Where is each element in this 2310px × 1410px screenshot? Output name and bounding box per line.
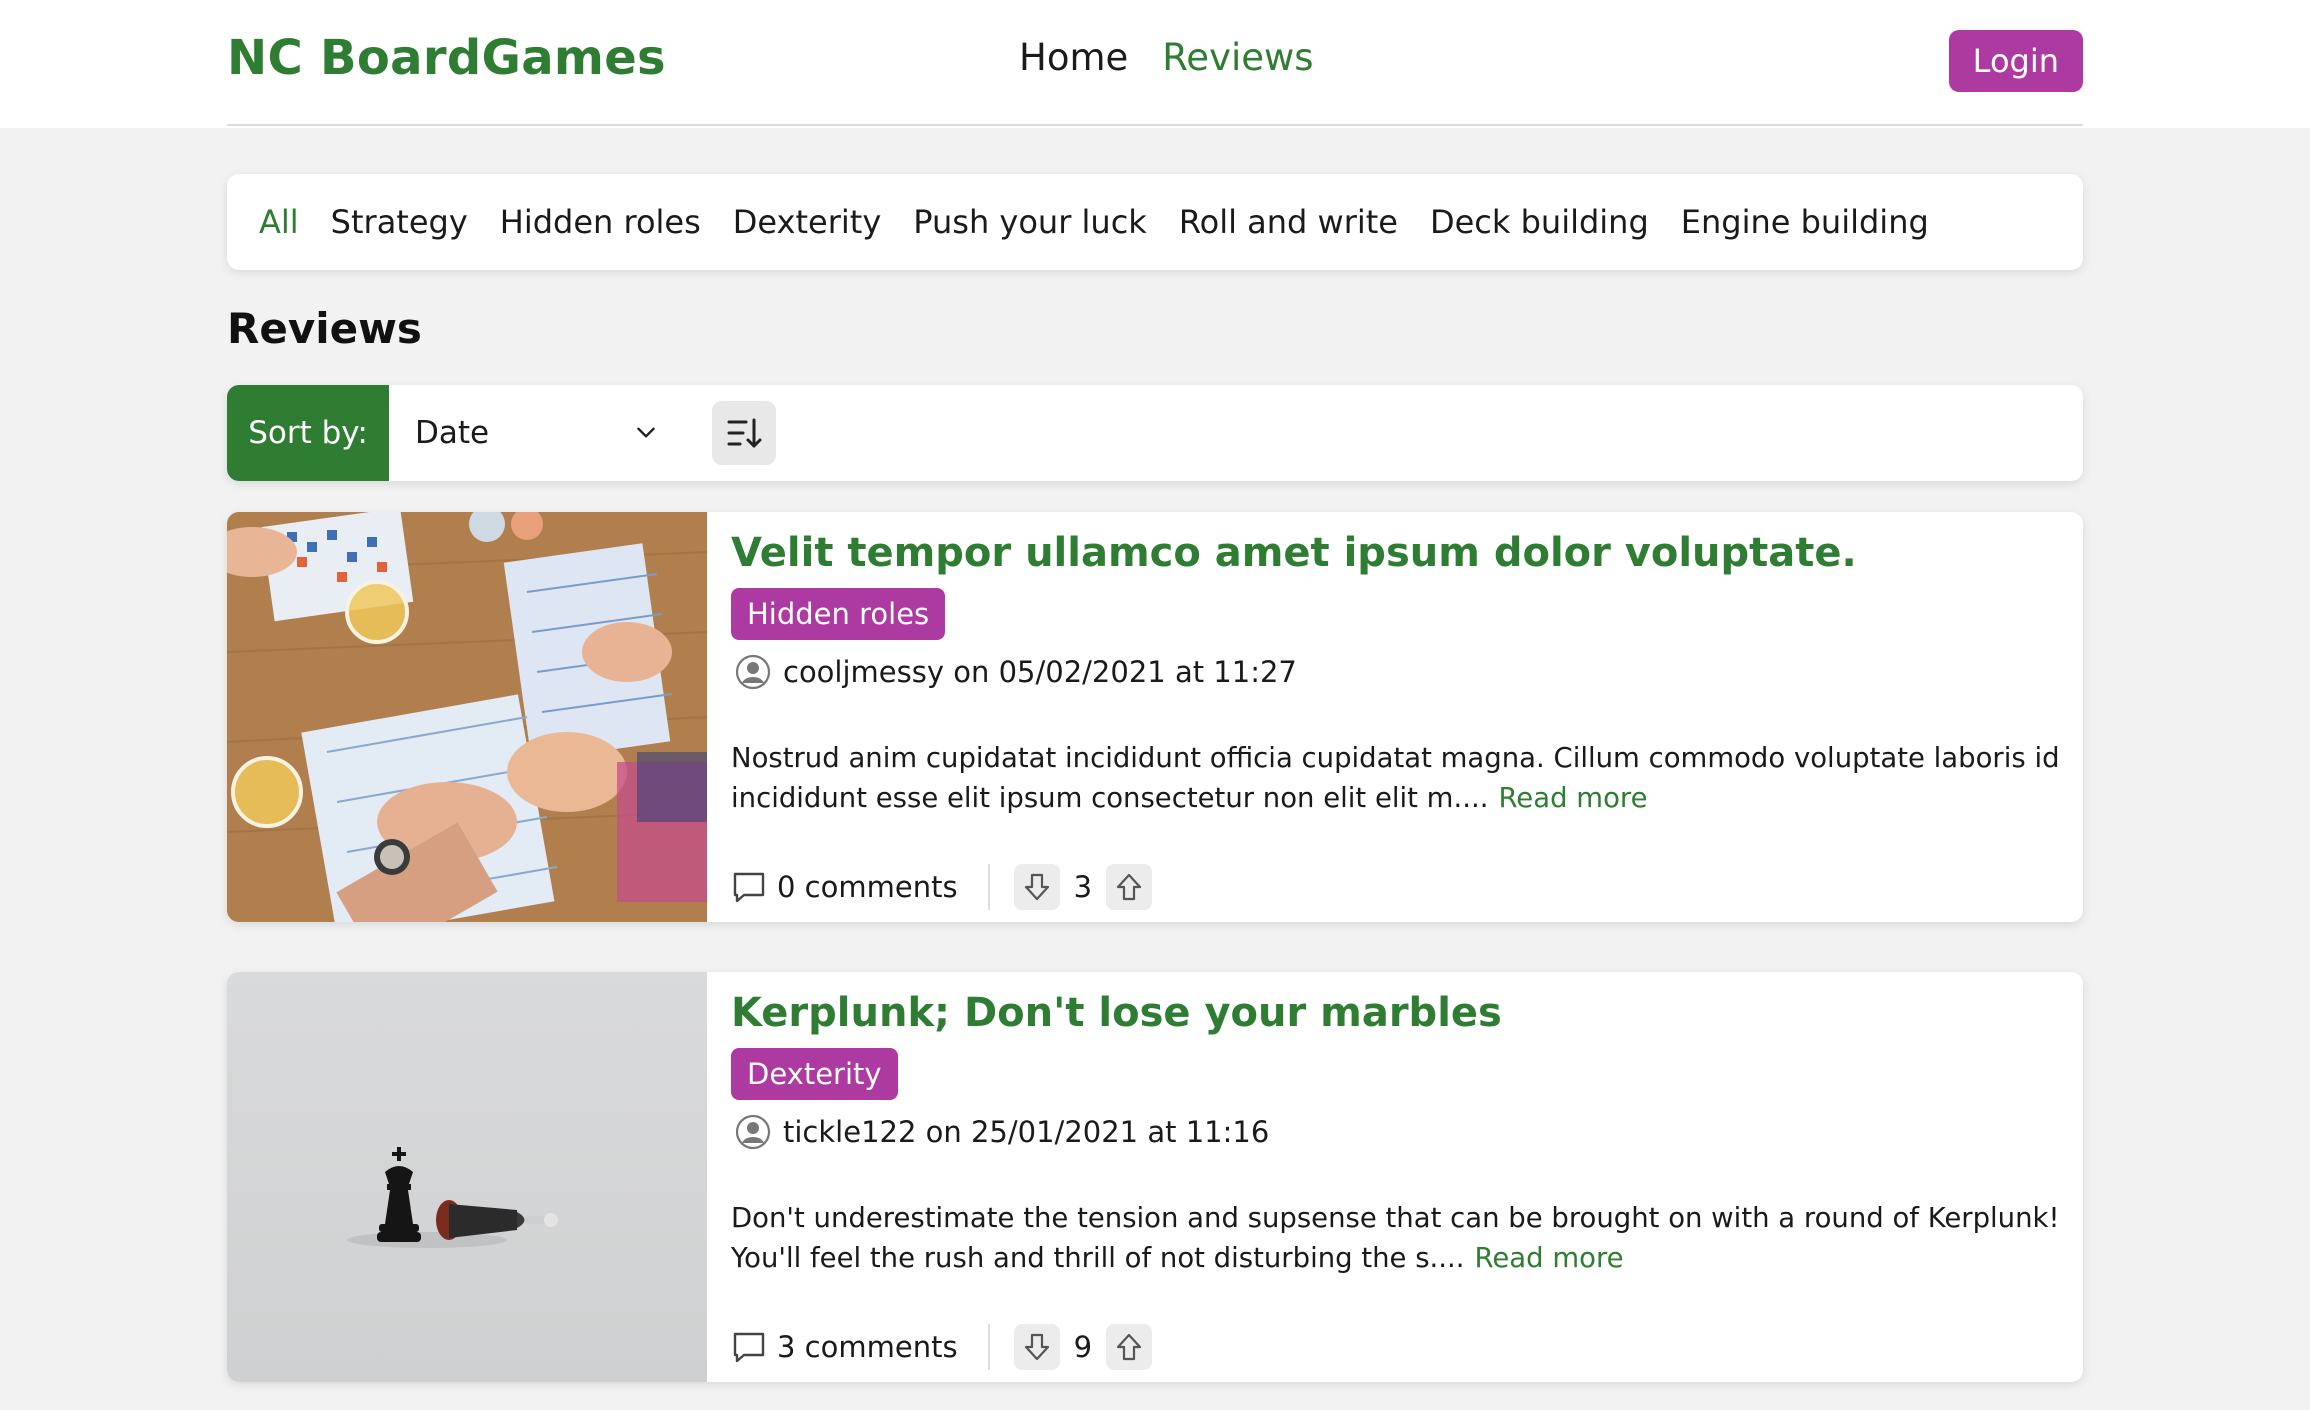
review-title[interactable]: Velit tempor ullamco amet ipsum dolor vo… <box>731 530 1857 576</box>
upvote-button[interactable] <box>1106 864 1153 910</box>
review-footer: 3 comments 9 <box>731 1324 1153 1370</box>
comment-icon <box>733 1332 765 1363</box>
review-excerpt: Don't underestimate the tension and sups… <box>731 1198 2061 1278</box>
review-excerpt-text: Don't underestimate the tension and sups… <box>731 1202 2060 1274</box>
sort-bar: Sort by: Date <box>227 385 2083 481</box>
review-category-badge[interactable]: Hidden roles <box>731 588 946 640</box>
downvote-button[interactable] <box>1013 1324 1060 1370</box>
review-excerpt-text: Nostrud anim cupidatat incididunt offici… <box>731 742 2060 814</box>
category-filter-bar: All Strategy Hidden roles Dexterity Push… <box>227 174 2083 270</box>
review-author-date: tickle122 on 25/01/2021 at 11:16 <box>783 1115 1270 1149</box>
comments-count: 0 comments <box>777 870 958 904</box>
review-image-chess[interactable] <box>227 972 707 1382</box>
sort-select[interactable]: Date <box>389 385 689 481</box>
category-deck-building[interactable]: Deck building <box>1430 203 1649 241</box>
comments-link[interactable]: 3 comments <box>731 1329 988 1365</box>
category-hidden-roles[interactable]: Hidden roles <box>500 203 701 241</box>
review-meta: tickle122 on 25/01/2021 at 11:16 <box>731 1114 1269 1150</box>
arrow-up-icon <box>1116 873 1142 901</box>
upvote-button[interactable] <box>1106 1324 1153 1370</box>
review-image-board-game[interactable] <box>227 512 707 922</box>
downvote-button[interactable] <box>1013 864 1060 910</box>
vote-count: 9 <box>1073 1330 1093 1364</box>
footer-divider <box>987 1324 990 1370</box>
chevron-down-icon <box>637 427 655 438</box>
user-avatar-icon <box>735 1114 771 1150</box>
review-meta: cooljmessy on 05/02/2021 at 11:27 <box>731 654 1297 690</box>
category-all[interactable]: All <box>259 203 299 241</box>
category-roll-and-write[interactable]: Roll and write <box>1179 203 1398 241</box>
review-card[interactable]: Velit tempor ullamco amet ipsum dolor vo… <box>227 512 2083 922</box>
comments-link[interactable]: 0 comments <box>731 869 988 905</box>
category-dexterity[interactable]: Dexterity <box>733 203 881 241</box>
category-strategy[interactable]: Strategy <box>331 203 468 241</box>
review-card[interactable]: Kerplunk; Don't lose your marbles Dexter… <box>227 972 2083 1382</box>
site-header: NC BoardGames Home Reviews Login <box>227 0 2083 126</box>
sort-order-toggle-button[interactable] <box>712 401 776 465</box>
arrow-up-icon <box>1116 1333 1142 1361</box>
user-avatar-icon <box>735 654 771 690</box>
board-game-photo <box>227 512 707 922</box>
footer-divider <box>987 864 990 910</box>
page-title: Reviews <box>227 304 422 353</box>
arrow-down-icon <box>1024 873 1049 901</box>
nav-reviews-link[interactable]: Reviews <box>1162 36 1313 79</box>
page-container: NC BoardGames Home Reviews Login All Str… <box>227 0 2083 1382</box>
chess-photo <box>227 972 707 1382</box>
sort-descending-icon <box>727 418 762 448</box>
category-push-your-luck[interactable]: Push your luck <box>913 203 1147 241</box>
review-title[interactable]: Kerplunk; Don't lose your marbles <box>731 990 1502 1036</box>
review-footer: 0 comments 3 <box>731 864 1153 910</box>
vote-count: 3 <box>1073 870 1093 904</box>
category-engine-building[interactable]: Engine building <box>1681 203 1929 241</box>
site-logo[interactable]: NC BoardGames <box>227 30 666 86</box>
read-more-link[interactable]: Read more <box>1498 782 1647 814</box>
login-button[interactable]: Login <box>1948 30 2083 92</box>
comment-icon <box>733 872 765 903</box>
review-author-date: cooljmessy on 05/02/2021 at 11:27 <box>783 655 1297 689</box>
comments-count: 3 comments <box>777 1330 958 1364</box>
main-nav: Home Reviews <box>1019 36 1314 79</box>
review-category-badge[interactable]: Dexterity <box>731 1048 898 1100</box>
sort-selected-value: Date <box>415 415 490 451</box>
arrow-down-icon <box>1024 1333 1049 1361</box>
nav-home-link[interactable]: Home <box>1019 36 1128 79</box>
sort-label: Sort by: <box>227 385 389 481</box>
read-more-link[interactable]: Read more <box>1475 1242 1624 1274</box>
review-excerpt: Nostrud anim cupidatat incididunt offici… <box>731 738 2061 818</box>
